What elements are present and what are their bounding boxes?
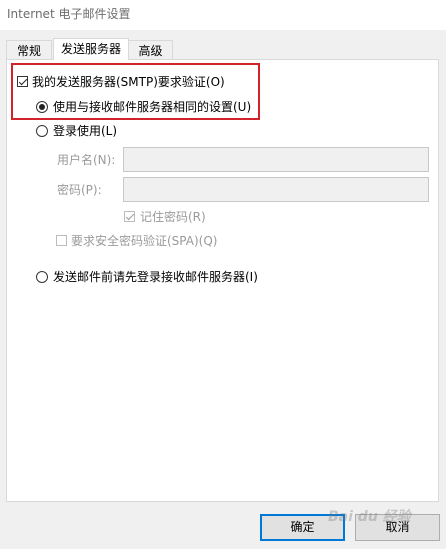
title-bar: Internet 电子邮件设置 <box>0 0 446 30</box>
spa-label: 要求安全密码验证(SPA)(Q) <box>71 234 218 248</box>
login-before-send-label: 发送邮件前请先登录接收邮件服务器(I) <box>53 270 258 284</box>
ok-button[interactable]: 确定 <box>260 514 345 541</box>
same-settings-radio[interactable] <box>36 101 48 113</box>
same-settings-label: 使用与接收邮件服务器相同的设置(U) <box>53 100 252 114</box>
remember-password-checkbox[interactable] <box>124 211 135 222</box>
remember-password-label: 记住密码(R) <box>140 210 206 224</box>
login-before-send-radio[interactable] <box>36 271 48 283</box>
login-using-label: 登录使用(L) <box>53 124 118 138</box>
cancel-button[interactable]: 取消 <box>355 514 440 541</box>
username-input[interactable] <box>123 147 429 172</box>
tab-advanced[interactable]: 高级 <box>128 40 173 60</box>
tab-general[interactable]: 常规 <box>6 40 52 60</box>
login-using-radio[interactable] <box>36 125 48 137</box>
spa-checkbox[interactable] <box>56 235 67 246</box>
password-input[interactable] <box>123 177 429 202</box>
username-label: 用户名(N): <box>57 153 116 167</box>
smtp-auth-checkbox[interactable] <box>17 76 28 87</box>
password-label: 密码(P): <box>57 183 102 197</box>
tab-outgoing-server[interactable]: 发送服务器 <box>53 38 129 60</box>
window-title: Internet 电子邮件设置 <box>7 7 131 21</box>
smtp-auth-label: 我的发送服务器(SMTP)要求验证(O) <box>32 75 225 89</box>
